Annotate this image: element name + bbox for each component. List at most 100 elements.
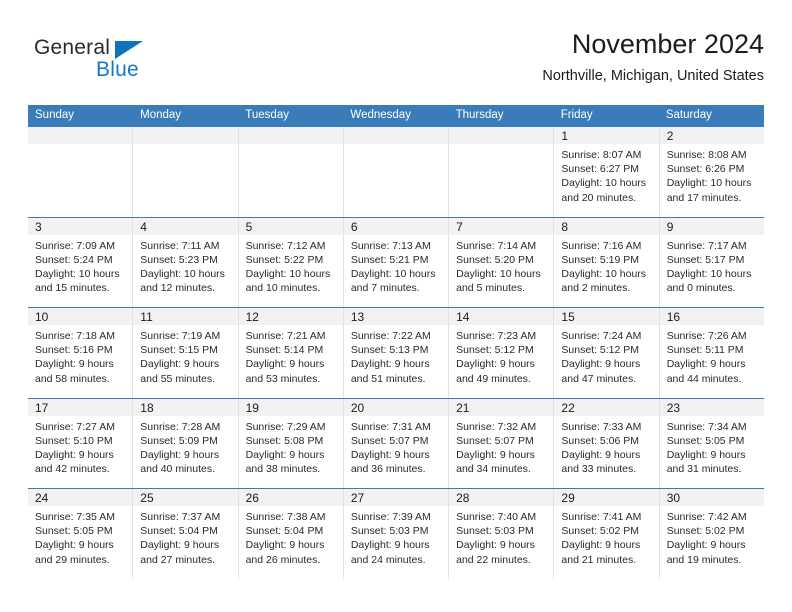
sunset-text: Sunset: 5:03 PM bbox=[350, 525, 429, 538]
daylight-text-line2: and 2 minutes. bbox=[561, 282, 631, 295]
day-cell[interactable]: 23 Sunrise: 7:34 AM Sunset: 5:05 PM Dayl… bbox=[658, 398, 764, 488]
daylight-text-line1: Daylight: 9 hours bbox=[666, 448, 746, 461]
day-number: 12 bbox=[245, 310, 259, 324]
sunset-text: Sunset: 5:11 PM bbox=[666, 344, 744, 357]
day-cell[interactable]: 1 Sunrise: 8:07 AM Sunset: 6:27 PM Dayli… bbox=[553, 127, 659, 217]
day-details: Sunrise: 7:18 AM Sunset: 5:16 PM Dayligh… bbox=[28, 325, 132, 386]
sunrise-text: Sunrise: 7:28 AM bbox=[140, 420, 221, 433]
day-cell[interactable]: 14 Sunrise: 7:23 AM Sunset: 5:12 PM Dayl… bbox=[448, 308, 554, 398]
sunset-text: Sunset: 5:13 PM bbox=[350, 344, 429, 357]
day-cell[interactable]: 5 Sunrise: 7:12 AM Sunset: 5:22 PM Dayli… bbox=[237, 217, 343, 307]
day-number: 6 bbox=[350, 219, 358, 234]
day-cell[interactable]: 11 Sunrise: 7:19 AM Sunset: 5:15 PM Dayl… bbox=[132, 308, 238, 398]
day-cell[interactable]: 21 Sunrise: 7:32 AM Sunset: 5:07 PM Dayl… bbox=[448, 398, 554, 488]
daylight-text-line1: Daylight: 9 hours bbox=[561, 358, 641, 371]
day-cell[interactable]: 19 Sunrise: 7:29 AM Sunset: 5:08 PM Dayl… bbox=[237, 398, 343, 488]
generalblue-logo[interactable]: General Blue bbox=[34, 36, 254, 92]
day-number: 7 bbox=[456, 219, 463, 234]
sunrise-text: Sunrise: 7:19 AM bbox=[140, 330, 221, 342]
day-number-band: 30 bbox=[659, 489, 764, 506]
day-number-band: 21 bbox=[449, 398, 554, 416]
day-details bbox=[133, 144, 237, 148]
day-cell[interactable]: 22 Sunrise: 7:33 AM Sunset: 5:06 PM Dayl… bbox=[553, 398, 659, 488]
day-number: 23 bbox=[666, 400, 681, 415]
daylight-text-line2: and 22 minutes. bbox=[456, 553, 531, 566]
sunset-text: Sunset: 5:07 PM bbox=[350, 434, 429, 447]
sunset-text: Sunset: 5:23 PM bbox=[140, 253, 218, 266]
day-number-band: 28 bbox=[449, 489, 554, 506]
daylight-text-line1: Daylight: 10 hours bbox=[456, 267, 541, 280]
daylight-text-line1: Daylight: 9 hours bbox=[245, 358, 325, 371]
day-cell[interactable]: 30 Sunrise: 7:42 AM Sunset: 5:02 PM Dayl… bbox=[658, 489, 764, 579]
sunset-text: Sunset: 5:03 PM bbox=[456, 525, 534, 538]
day-cell[interactable]: 26 Sunrise: 7:38 AM Sunset: 5:04 PM Dayl… bbox=[237, 489, 343, 579]
sunset-text: Sunset: 5:05 PM bbox=[666, 434, 745, 447]
day-number: 1 bbox=[561, 129, 569, 143]
daylight-text-line1: Daylight: 9 hours bbox=[245, 448, 325, 461]
daylight-text-line2: and 15 minutes. bbox=[35, 282, 110, 295]
day-number-band: 9 bbox=[659, 217, 764, 235]
day-cell[interactable]: 12 Sunrise: 7:21 AM Sunset: 5:14 PM Dayl… bbox=[237, 308, 343, 398]
day-number: 3 bbox=[35, 219, 42, 234]
day-details: Sunrise: 7:17 AM Sunset: 5:17 PM Dayligh… bbox=[660, 235, 764, 296]
day-details: Sunrise: 7:37 AM Sunset: 5:04 PM Dayligh… bbox=[133, 506, 237, 567]
day-cell[interactable]: 18 Sunrise: 7:28 AM Sunset: 5:09 PM Dayl… bbox=[132, 398, 238, 488]
day-cell[interactable]: 7 Sunrise: 7:14 AM Sunset: 5:20 PM Dayli… bbox=[448, 217, 554, 307]
sunset-text: Sunset: 5:24 PM bbox=[35, 253, 113, 266]
day-number-band: 24 bbox=[28, 489, 133, 506]
day-cell[interactable] bbox=[132, 127, 238, 217]
day-number-band: 16 bbox=[659, 308, 764, 325]
day-cell[interactable]: 2 Sunrise: 8:08 AM Sunset: 6:26 PM Dayli… bbox=[658, 127, 764, 217]
sunset-text: Sunset: 5:02 PM bbox=[666, 525, 745, 538]
sunset-text: Sunset: 5:02 PM bbox=[561, 525, 640, 538]
day-number: 5 bbox=[245, 219, 253, 234]
day-cell[interactable]: 16 Sunrise: 7:26 AM Sunset: 5:11 PM Dayl… bbox=[658, 308, 764, 398]
calendar-week-row: 1 Sunrise: 8:07 AM Sunset: 6:27 PM Dayli… bbox=[28, 126, 764, 217]
day-cell[interactable]: 29 Sunrise: 7:41 AM Sunset: 5:02 PM Dayl… bbox=[553, 489, 659, 579]
day-cell[interactable]: 27 Sunrise: 7:39 AM Sunset: 5:03 PM Dayl… bbox=[342, 489, 449, 579]
day-cell[interactable]: 6 Sunrise: 7:13 AM Sunset: 5:21 PM Dayli… bbox=[342, 217, 449, 307]
sunrise-text: Sunrise: 7:31 AM bbox=[350, 420, 431, 433]
day-details: Sunrise: 8:08 AM Sunset: 6:26 PM Dayligh… bbox=[660, 144, 764, 205]
daylight-text-line1: Daylight: 9 hours bbox=[561, 448, 641, 461]
day-cell[interactable] bbox=[237, 127, 343, 217]
daylight-text-line1: Daylight: 9 hours bbox=[350, 358, 430, 371]
day-details: Sunrise: 7:22 AM Sunset: 5:13 PM Dayligh… bbox=[344, 325, 448, 386]
day-number-band: 1 bbox=[554, 127, 659, 144]
day-cell[interactable] bbox=[342, 127, 449, 217]
daylight-text-line1: Daylight: 9 hours bbox=[456, 358, 535, 371]
day-number-band: 7 bbox=[449, 217, 554, 235]
day-cell[interactable] bbox=[28, 127, 133, 217]
day-cell[interactable]: 8 Sunrise: 7:16 AM Sunset: 5:19 PM Dayli… bbox=[553, 217, 659, 307]
day-cell[interactable]: 20 Sunrise: 7:31 AM Sunset: 5:07 PM Dayl… bbox=[342, 398, 449, 488]
daylight-text-line1: Daylight: 10 hours bbox=[350, 267, 436, 280]
sunrise-text: Sunrise: 7:38 AM bbox=[245, 511, 326, 523]
day-number: 24 bbox=[35, 491, 49, 505]
day-cell[interactable] bbox=[448, 127, 554, 217]
daylight-text-line2: and 44 minutes. bbox=[666, 372, 742, 385]
day-number-band: 22 bbox=[554, 398, 659, 416]
day-cell[interactable]: 17 Sunrise: 7:27 AM Sunset: 5:10 PM Dayl… bbox=[28, 398, 133, 489]
day-cell[interactable]: 25 Sunrise: 7:37 AM Sunset: 5:04 PM Dayl… bbox=[132, 489, 238, 579]
day-number-band: 27 bbox=[343, 489, 449, 506]
day-details: Sunrise: 7:14 AM Sunset: 5:20 PM Dayligh… bbox=[449, 235, 553, 296]
day-cell[interactable]: 13 Sunrise: 7:22 AM Sunset: 5:13 PM Dayl… bbox=[342, 308, 449, 398]
day-number: 28 bbox=[456, 491, 470, 505]
day-cell[interactable]: 28 Sunrise: 7:40 AM Sunset: 5:03 PM Dayl… bbox=[448, 489, 554, 579]
day-number: 20 bbox=[350, 400, 365, 415]
daylight-text-line2: and 12 minutes. bbox=[140, 282, 215, 295]
day-cell[interactable]: 3 Sunrise: 7:09 AM Sunset: 5:24 PM Dayli… bbox=[28, 217, 133, 308]
daylight-text-line2: and 10 minutes. bbox=[245, 282, 321, 295]
day-number: 22 bbox=[561, 400, 575, 415]
day-number: 21 bbox=[456, 400, 470, 415]
calendar-week-row: 10 Sunrise: 7:18 AM Sunset: 5:16 PM Dayl… bbox=[28, 307, 764, 398]
day-cell[interactable]: 4 Sunrise: 7:11 AM Sunset: 5:23 PM Dayli… bbox=[132, 217, 238, 307]
day-details: Sunrise: 7:23 AM Sunset: 5:12 PM Dayligh… bbox=[449, 325, 553, 386]
day-details: Sunrise: 7:32 AM Sunset: 5:07 PM Dayligh… bbox=[449, 416, 553, 477]
day-cell[interactable]: 24 Sunrise: 7:35 AM Sunset: 5:05 PM Dayl… bbox=[28, 489, 133, 579]
day-cell[interactable]: 9 Sunrise: 7:17 AM Sunset: 5:17 PM Dayli… bbox=[658, 217, 764, 307]
sunrise-text: Sunrise: 7:12 AM bbox=[245, 239, 326, 252]
day-number-band bbox=[449, 127, 554, 144]
day-cell[interactable]: 15 Sunrise: 7:24 AM Sunset: 5:12 PM Dayl… bbox=[553, 308, 659, 398]
day-cell[interactable]: 10 Sunrise: 7:18 AM Sunset: 5:16 PM Dayl… bbox=[28, 308, 133, 398]
